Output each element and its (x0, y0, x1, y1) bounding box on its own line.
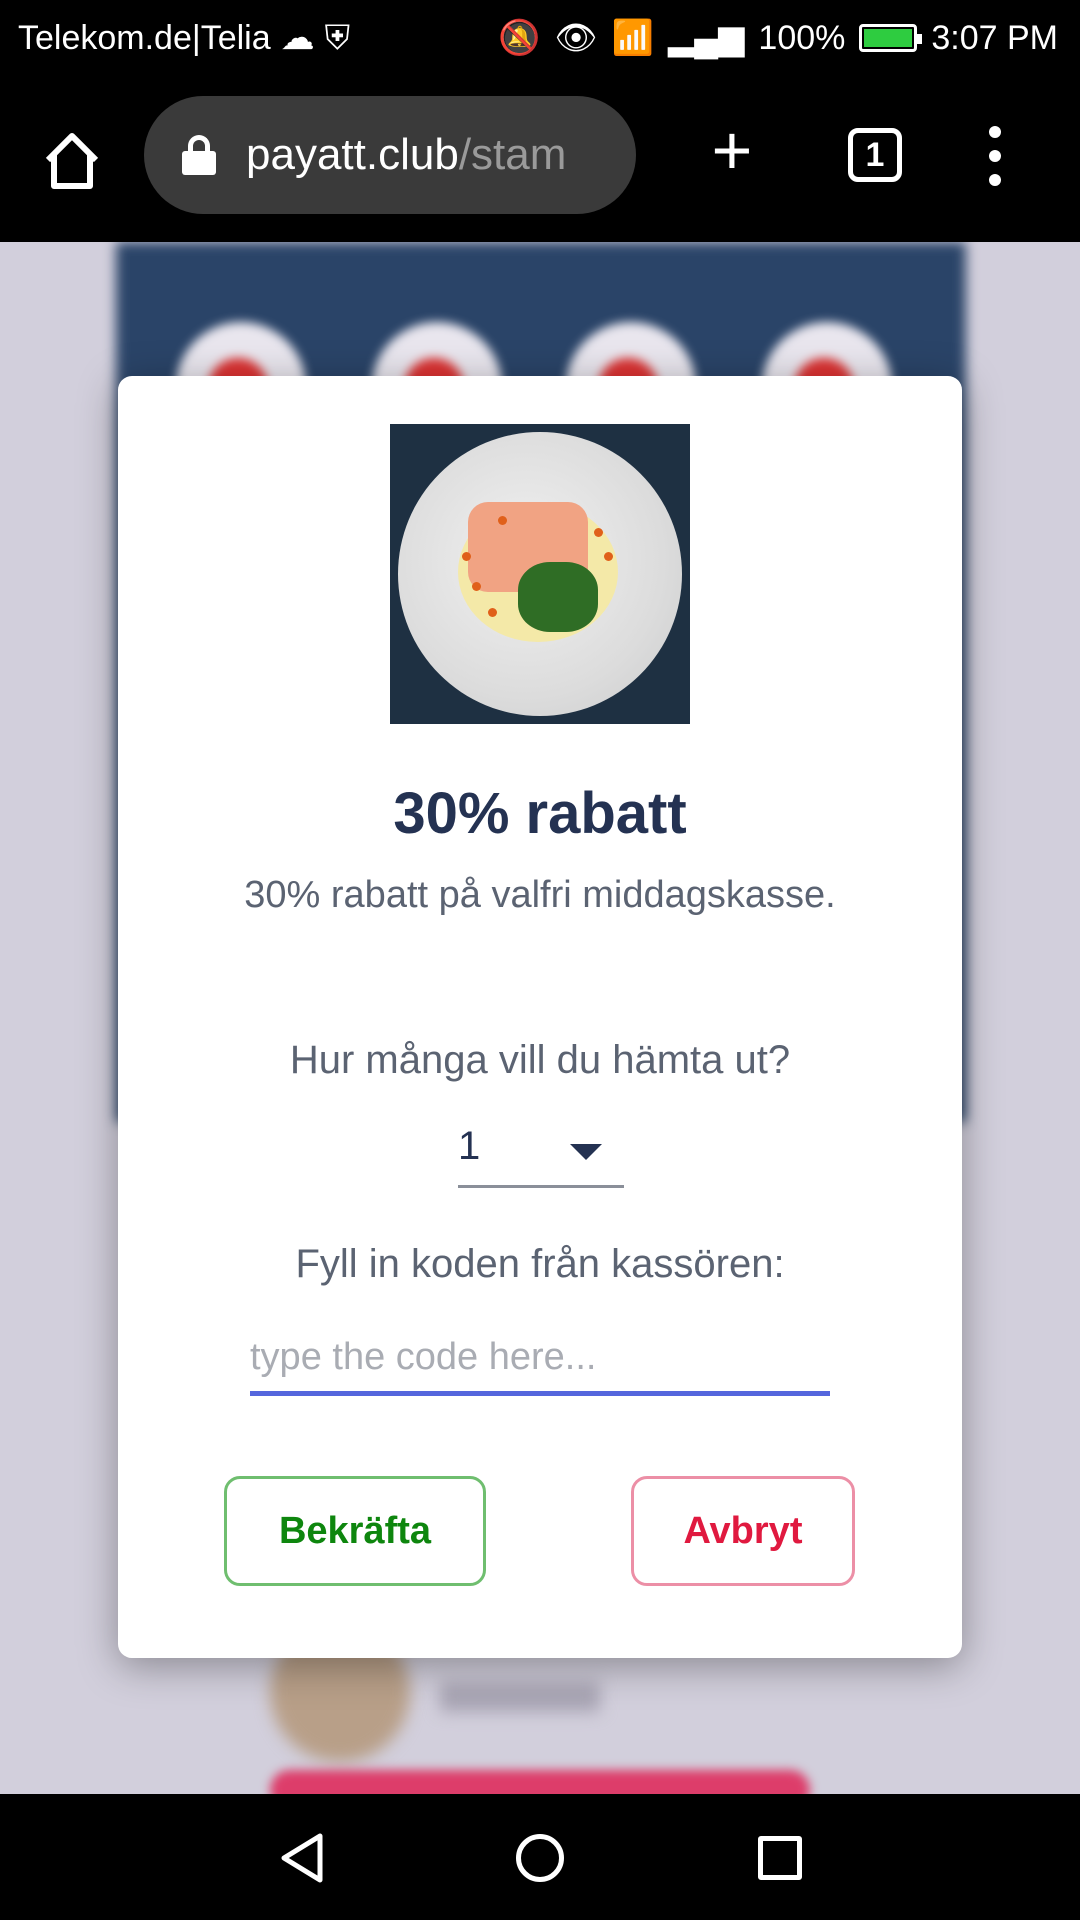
mute-icon: 🔕 (498, 19, 541, 57)
new-tab-button[interactable]: + (700, 115, 764, 185)
home-icon (45, 133, 99, 189)
offer-image (390, 424, 690, 724)
offer-description: 30% rabatt på valfri middagskasse. (244, 874, 836, 916)
eye-icon: 👁 (554, 19, 598, 57)
url-text: payatt.club/stam (246, 130, 606, 180)
status-bar: Telekom.de|Telia ☁ ⛨ 🔕 👁 📶 ▂▄▆ 100% 3:07… (0, 0, 1080, 76)
lock-icon (182, 135, 216, 175)
more-dot-icon (989, 174, 1001, 186)
url-path: /stam (458, 130, 567, 179)
status-right: 🔕 👁 📶 ▂▄▆ 100% 3:07 PM (498, 18, 1058, 58)
quantity-value: 1 (458, 1124, 481, 1168)
address-bar[interactable]: payatt.club/stam (144, 96, 636, 214)
more-dot-icon (989, 126, 1001, 138)
confirm-button[interactable]: Bekräfta (224, 1476, 486, 1586)
status-left: Telekom.de|Telia ☁ ⛨ (18, 18, 350, 58)
quantity-label: Hur många vill du hämta ut? (289, 1038, 791, 1082)
code-input[interactable] (250, 1324, 830, 1396)
home-button[interactable] (40, 128, 104, 192)
tab-switcher-button[interactable]: 1 (848, 128, 902, 182)
battery-icon (859, 24, 923, 52)
more-dot-icon (989, 150, 1001, 162)
recents-icon[interactable] (758, 1836, 802, 1880)
signal-icon: ▂▄▆ (668, 19, 745, 57)
url-host: payatt.club (246, 130, 459, 179)
cancel-button[interactable]: Avbryt (631, 1476, 855, 1586)
wifi-icon: 📶 (611, 19, 655, 57)
clock: 3:07 PM (931, 18, 1058, 57)
carrier-label: Telekom.de|Telia (18, 18, 271, 57)
browser-toolbar: payatt.club/stam + 1 (0, 76, 1080, 242)
overflow-menu-button[interactable] (980, 126, 1010, 186)
caret-down-icon (570, 1144, 602, 1160)
quantity-select[interactable]: 1 (458, 1116, 624, 1188)
home-circle-icon[interactable] (516, 1834, 564, 1882)
background-button (270, 1770, 810, 1794)
plus-icon: + (711, 111, 753, 189)
cloud-icon: ☁ (280, 19, 315, 57)
battery-percent: 100% (758, 18, 846, 57)
back-icon[interactable] (278, 1832, 326, 1884)
system-nav-bar (0, 1794, 1080, 1920)
plate (398, 432, 682, 716)
shield-icon: ⛨ (324, 18, 351, 57)
offer-title: 30% rabatt (393, 781, 687, 846)
redeem-dialog: 30% rabatt 30% rabatt på valfri middagsk… (118, 376, 962, 1658)
code-label: Fyll in koden från kassören: (295, 1242, 785, 1286)
background-text (440, 1682, 600, 1712)
